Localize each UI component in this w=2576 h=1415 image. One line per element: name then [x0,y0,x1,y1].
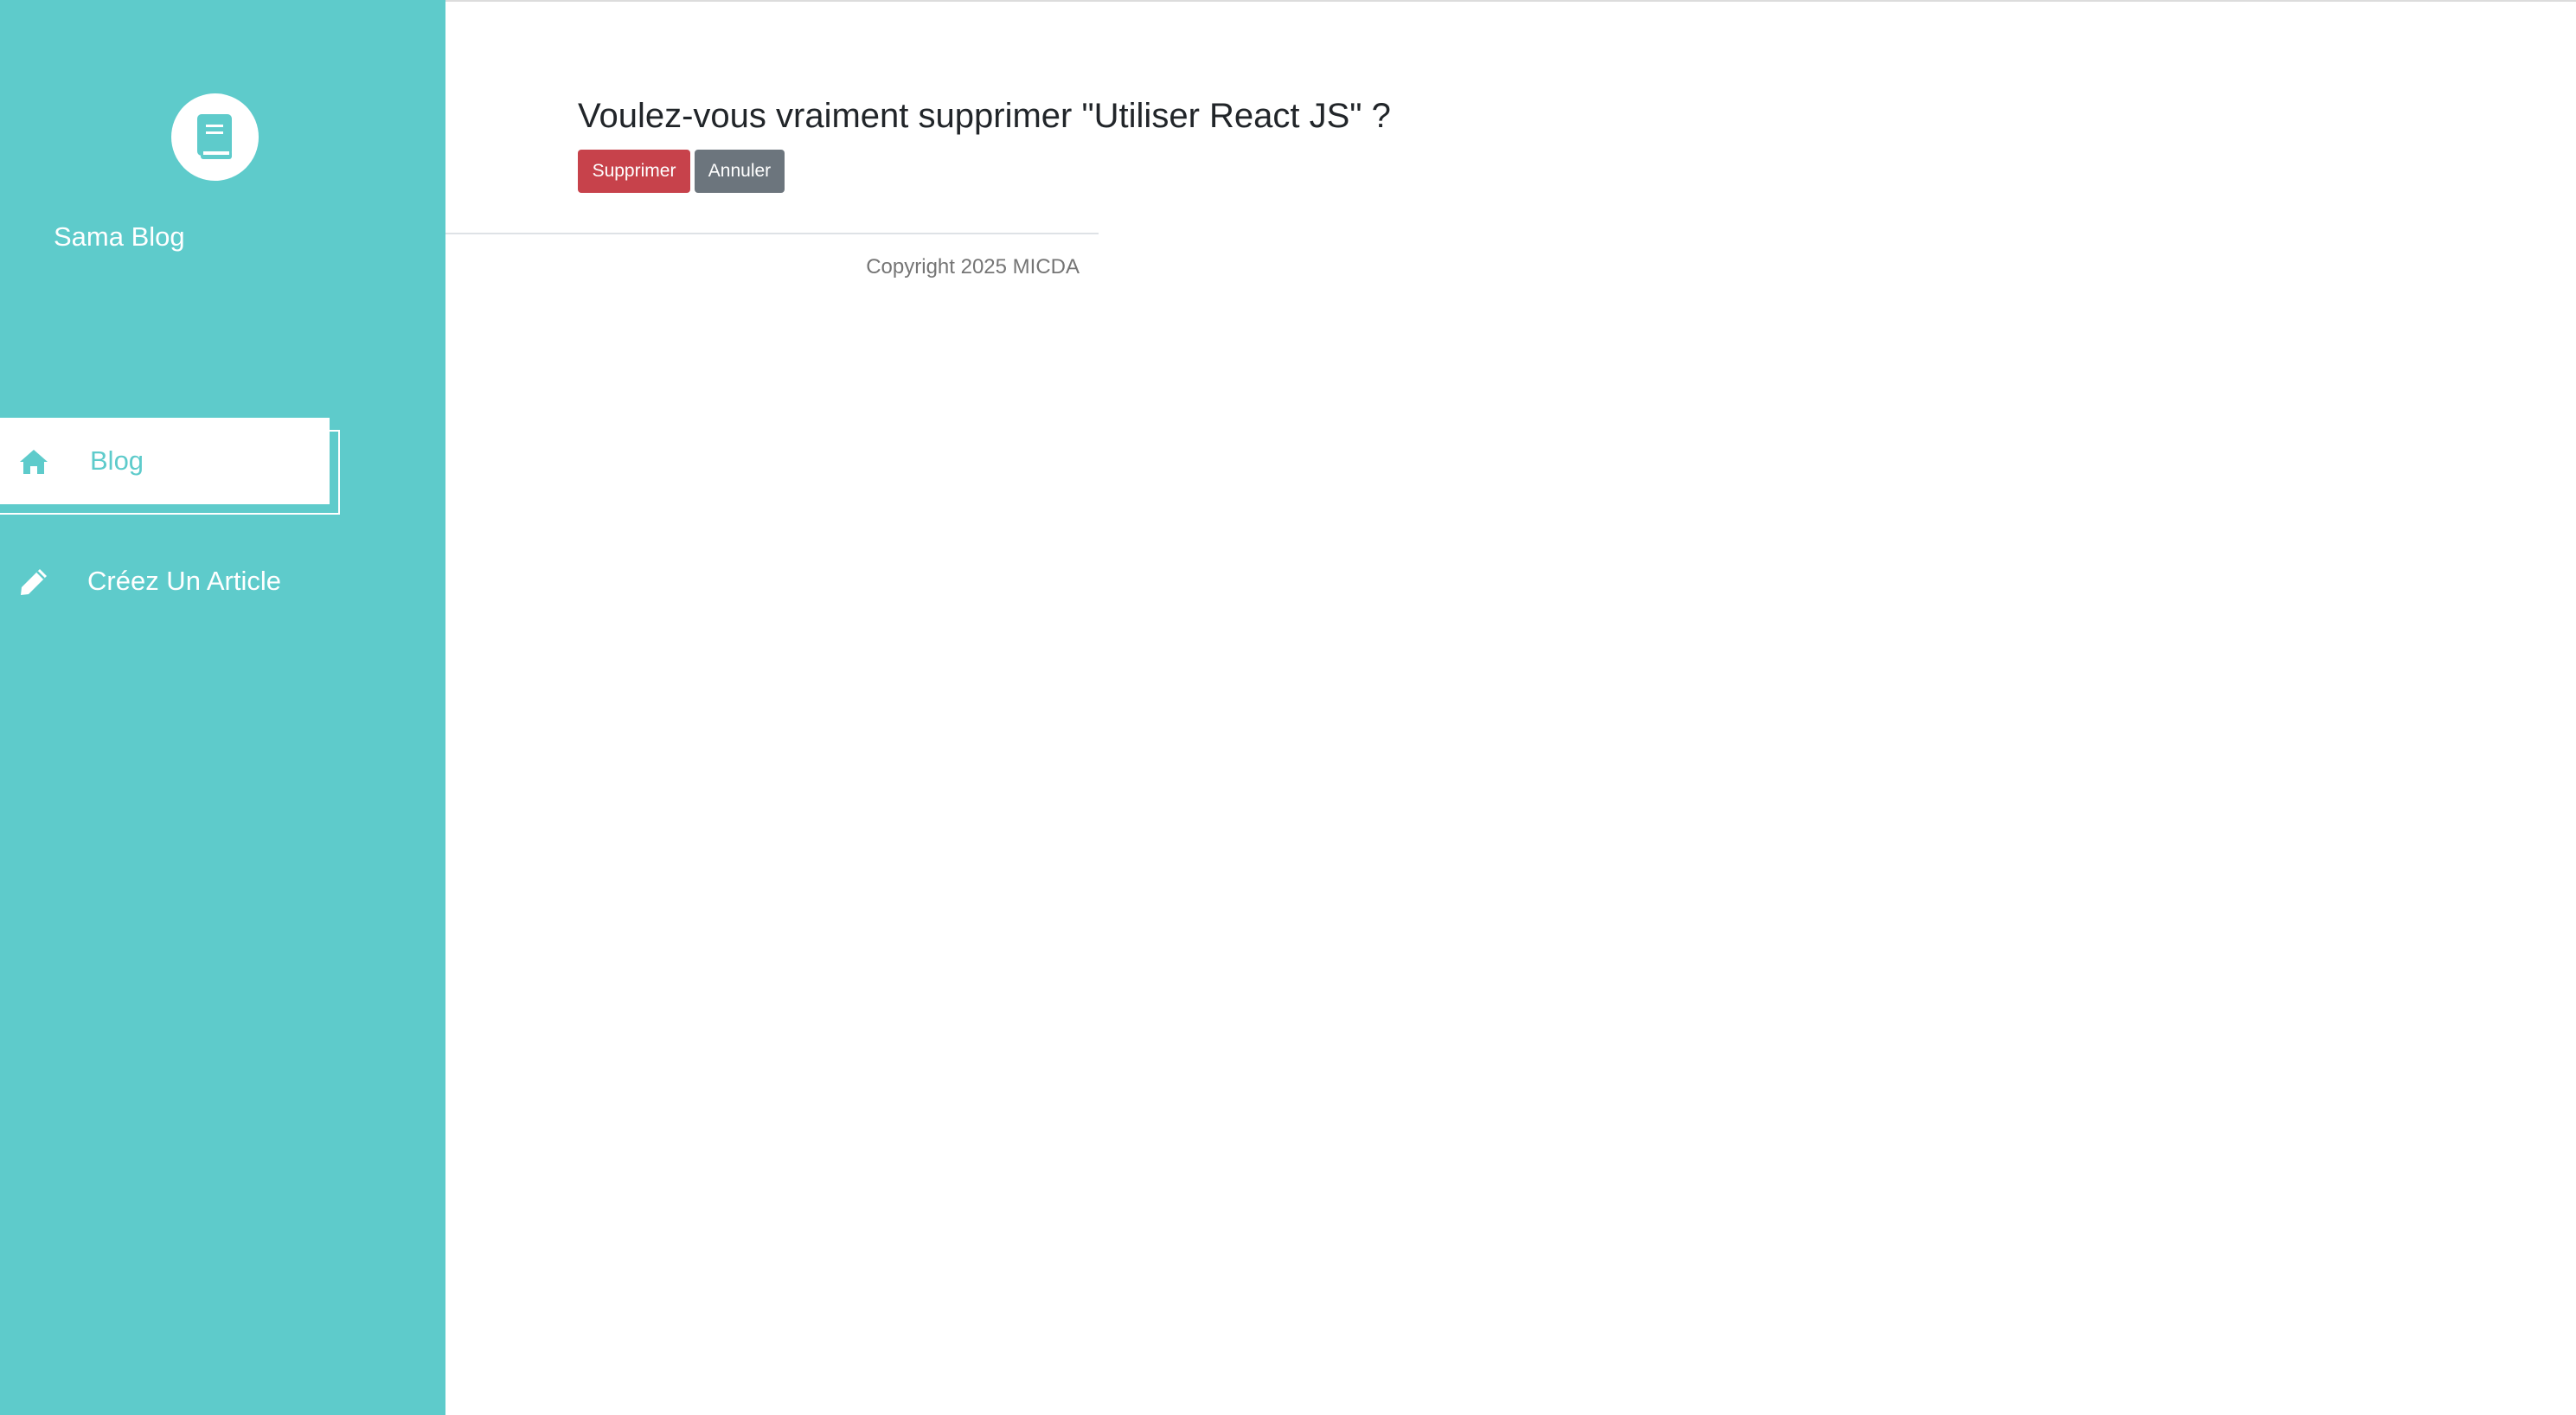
delete-button[interactable]: Supprimer [578,150,690,193]
logo[interactable] [171,93,259,181]
sidebar: Sama Blog Blog Créez Un Article [0,0,445,1415]
sidebar-item-label: Créez Un Article [87,566,281,596]
sidebar-item-create-article[interactable]: Créez Un Article [0,538,415,624]
cancel-button[interactable]: Annuler [695,150,785,193]
confirm-delete-title: Voulez-vous vraiment supprimer "Utiliser… [578,97,1391,135]
sidebar-item-label: Blog [90,445,144,476]
pencil-icon [21,569,47,595]
book-icon [197,114,232,159]
brand-name[interactable]: Sama Blog [54,216,185,258]
footer-divider [445,233,1099,234]
sidebar-item-blog[interactable]: Blog [0,418,330,504]
home-icon [20,450,48,474]
copyright-text: Copyright 2025 MICDA [866,255,1080,279]
